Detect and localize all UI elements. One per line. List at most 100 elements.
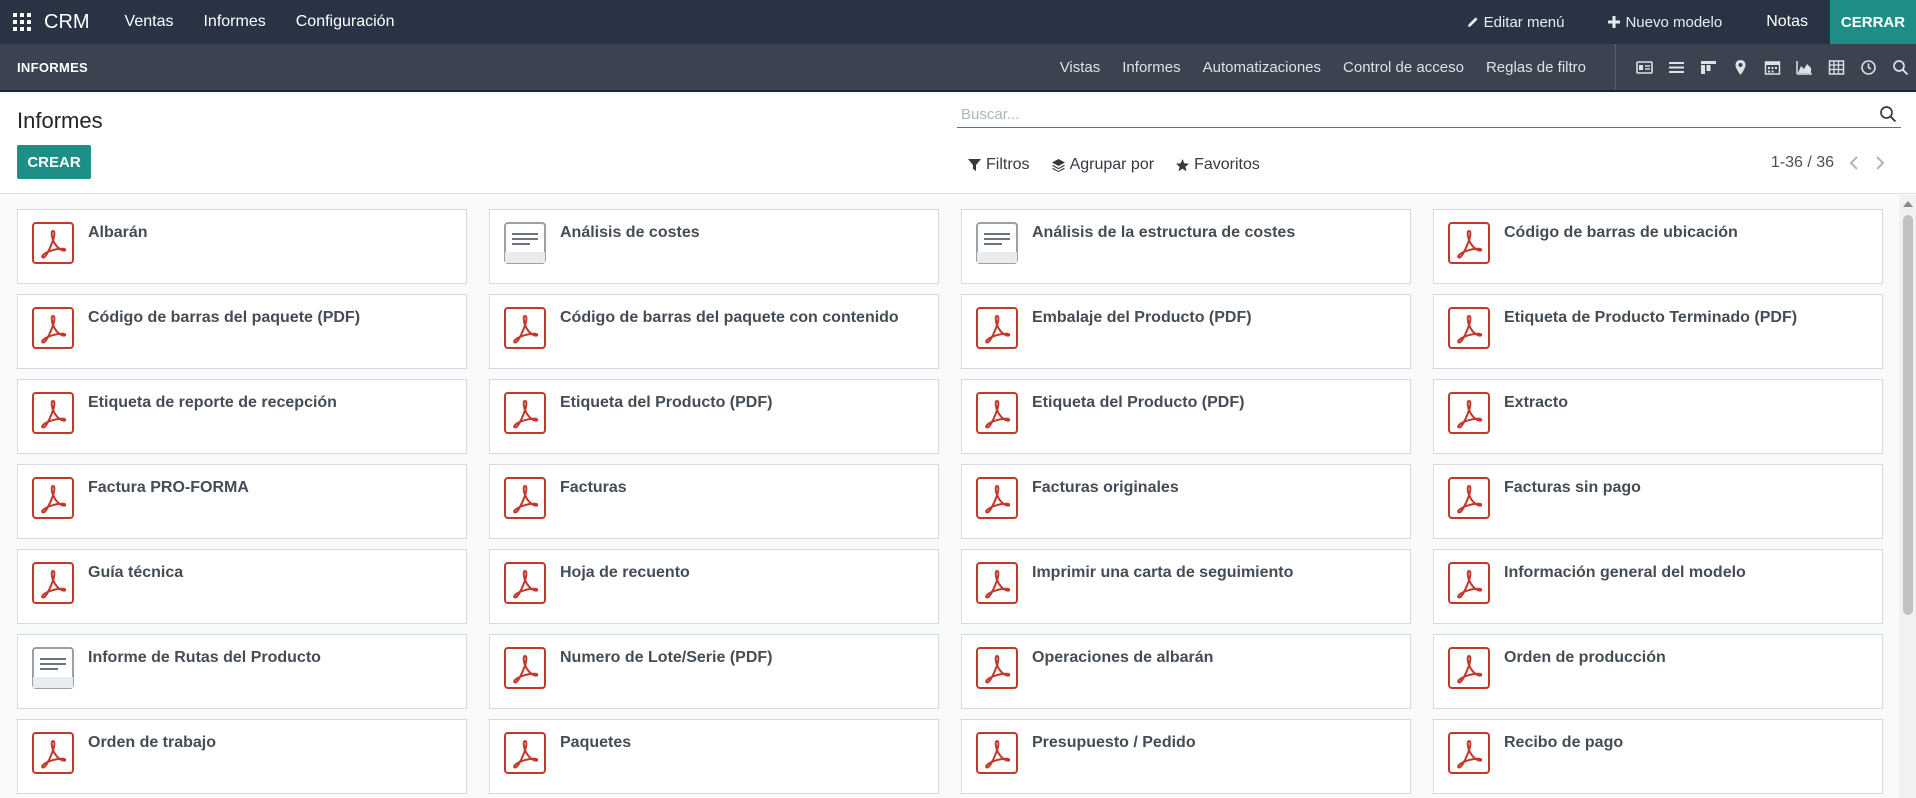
- submenu-reglas-filtro[interactable]: Reglas de filtro: [1475, 59, 1597, 76]
- report-card-label: Facturas: [560, 479, 627, 496]
- report-card[interactable]: Facturas originales: [961, 464, 1411, 539]
- report-card[interactable]: Recibo de pago: [1433, 719, 1883, 794]
- report-card-label: Paquetes: [560, 734, 632, 751]
- report-card-label: Albarán: [88, 224, 148, 241]
- chevron-right-icon[interactable]: [1874, 156, 1886, 170]
- pdf-icon: [32, 562, 74, 604]
- report-card[interactable]: Presupuesto / Pedido: [961, 719, 1411, 794]
- submenu-vistas[interactable]: Vistas: [1049, 59, 1112, 76]
- report-card-label: Etiqueta del Producto (PDF): [1032, 394, 1245, 411]
- report-card-label: Factura PRO-FORMA: [88, 479, 249, 496]
- search-icon[interactable]: [1884, 43, 1916, 91]
- report-card[interactable]: Etiqueta del Producto (PDF): [489, 379, 939, 454]
- menu-ventas[interactable]: Ventas: [110, 0, 189, 44]
- create-button[interactable]: CREAR: [17, 145, 91, 179]
- report-card[interactable]: Hoja de recuento: [489, 549, 939, 624]
- report-card[interactable]: Facturas sin pago: [1433, 464, 1883, 539]
- pdf-icon: [976, 477, 1018, 519]
- kanban-icon[interactable]: [1692, 43, 1724, 91]
- search-icon[interactable]: [1879, 105, 1897, 123]
- scroll-up-arrow[interactable]: [1903, 201, 1913, 207]
- report-card[interactable]: Información general del modelo: [1433, 549, 1883, 624]
- report-card-label: Etiqueta de Producto Terminado (PDF): [1504, 309, 1798, 326]
- pdf-icon: [976, 732, 1018, 774]
- report-card[interactable]: Análisis de la estructura de costes: [961, 209, 1411, 284]
- submenu-automatizaciones[interactable]: Automatizaciones: [1192, 59, 1332, 76]
- edit-menu-label: Editar menú: [1483, 13, 1565, 31]
- report-card[interactable]: Orden de trabajo: [17, 719, 467, 794]
- report-card-label: Orden de producción: [1504, 649, 1666, 666]
- pdf-icon: [1448, 732, 1490, 774]
- group-by-label: Agrupar por: [1069, 156, 1155, 173]
- pdf-icon: [32, 222, 74, 264]
- pdf-icon: [504, 392, 546, 434]
- pdf-icon: [976, 307, 1018, 349]
- scrollbar[interactable]: [1899, 195, 1916, 798]
- report-card-label: Numero de Lote/Serie (PDF): [560, 649, 773, 666]
- edit-menu-button[interactable]: Editar menú: [1445, 0, 1587, 44]
- filter-icon: [968, 158, 981, 171]
- report-card[interactable]: Código de barras del paquete con conteni…: [489, 294, 939, 369]
- layers-icon: [1051, 158, 1065, 172]
- favorites-button[interactable]: Favoritos: [1176, 156, 1260, 174]
- pdf-icon: [1448, 392, 1490, 434]
- graph-icon[interactable]: [1788, 43, 1820, 91]
- report-card-label: Recibo de pago: [1504, 734, 1624, 751]
- menu-informes[interactable]: Informes: [188, 0, 280, 44]
- report-card[interactable]: Orden de producción: [1433, 634, 1883, 709]
- apps-grid-icon[interactable]: [0, 0, 44, 44]
- report-card[interactable]: Etiqueta de reporte de recepción: [17, 379, 467, 454]
- pdf-icon: [504, 647, 546, 689]
- report-card[interactable]: Extracto: [1433, 379, 1883, 454]
- report-card[interactable]: Informe de Rutas del Producto: [17, 634, 467, 709]
- report-card-label: Código de barras del paquete con conteni…: [560, 309, 899, 326]
- report-card-label: Código de barras del paquete (PDF): [88, 309, 361, 326]
- report-card[interactable]: Guía técnica: [17, 549, 467, 624]
- list-icon[interactable]: [1660, 43, 1692, 91]
- report-card[interactable]: Albarán: [17, 209, 467, 284]
- report-card[interactable]: Numero de Lote/Serie (PDF): [489, 634, 939, 709]
- report-card[interactable]: Etiqueta de Producto Terminado (PDF): [1433, 294, 1883, 369]
- submenu-informes[interactable]: Informes: [1111, 59, 1191, 76]
- filters-label: Filtros: [986, 156, 1030, 173]
- scrollbar-thumb[interactable]: [1903, 215, 1913, 615]
- report-card[interactable]: Código de barras de ubicación: [1433, 209, 1883, 284]
- star-icon: [1176, 158, 1190, 171]
- new-model-button[interactable]: Nuevo modelo: [1586, 0, 1744, 44]
- report-card[interactable]: Operaciones de albarán: [961, 634, 1411, 709]
- close-button[interactable]: CERRAR: [1830, 0, 1916, 44]
- report-card-label: Presupuesto / Pedido: [1032, 734, 1196, 751]
- report-card[interactable]: Paquetes: [489, 719, 939, 794]
- group-by-button[interactable]: Agrupar por: [1051, 156, 1155, 174]
- report-card[interactable]: Imprimir una carta de seguimiento: [961, 549, 1411, 624]
- search-input[interactable]: [957, 102, 1857, 126]
- pdf-icon: [1448, 647, 1490, 689]
- favorites-label: Favoritos: [1194, 156, 1260, 173]
- pencil-icon: [1467, 17, 1478, 27]
- report-card[interactable]: Embalaje del Producto (PDF): [961, 294, 1411, 369]
- report-card-label: Facturas originales: [1032, 479, 1179, 496]
- chevron-left-icon[interactable]: [1848, 156, 1860, 170]
- search-bar: [957, 102, 1901, 128]
- app-brand[interactable]: CRM: [44, 11, 90, 34]
- report-card[interactable]: Código de barras del paquete (PDF): [17, 294, 467, 369]
- report-card[interactable]: Análisis de costes: [489, 209, 939, 284]
- id-card-icon[interactable]: [1628, 43, 1660, 91]
- calendar-icon[interactable]: [1756, 43, 1788, 91]
- filters-button[interactable]: Filtros: [968, 156, 1030, 174]
- pdf-icon: [504, 477, 546, 519]
- map-pin-icon[interactable]: [1724, 43, 1756, 91]
- menu-configuracion[interactable]: Configuración: [281, 0, 410, 44]
- report-card[interactable]: Factura PRO-FORMA: [17, 464, 467, 539]
- notes-button[interactable]: Notas: [1744, 0, 1830, 44]
- pdf-icon: [976, 562, 1018, 604]
- pivot-icon[interactable]: [1820, 43, 1852, 91]
- report-card[interactable]: Facturas: [489, 464, 939, 539]
- submenu-control-acceso[interactable]: Control de acceso: [1332, 59, 1475, 76]
- pager-value[interactable]: 1-36 / 36: [1771, 154, 1834, 172]
- report-card-label: Hoja de recuento: [560, 564, 690, 581]
- report-card[interactable]: Etiqueta del Producto (PDF): [961, 379, 1411, 454]
- report-card-label: Código de barras de ubicación: [1504, 224, 1738, 241]
- clock-icon[interactable]: [1852, 43, 1884, 91]
- report-card-label: Facturas sin pago: [1504, 479, 1641, 496]
